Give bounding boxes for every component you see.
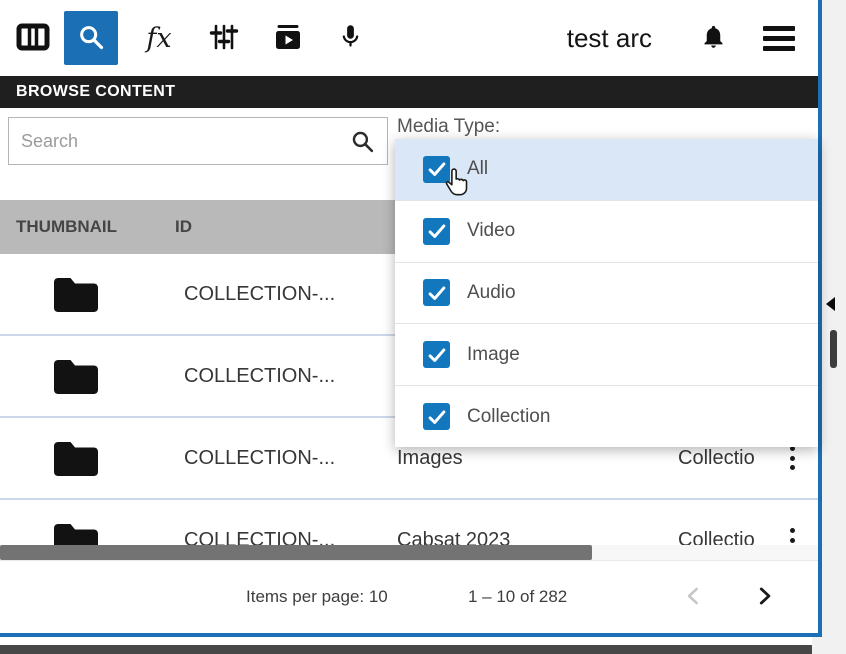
menu-icon [763, 26, 795, 51]
column-header-id[interactable]: ID [175, 200, 192, 254]
toolbar-right-group: test arc [567, 0, 796, 76]
notifications-button[interactable] [698, 0, 728, 76]
filmstrip-nav-button[interactable] [10, 0, 56, 76]
browse-content-header: BROWSE CONTENT [0, 76, 818, 108]
sliders-icon [209, 22, 239, 55]
screen: fx [0, 0, 846, 654]
items-per-page-label: Items per page: 10 [246, 587, 388, 607]
video-library-nav-button[interactable] [264, 0, 312, 76]
page-range-label: 1 – 10 of 282 [468, 587, 567, 607]
hamburger-menu-button[interactable] [762, 0, 796, 76]
checkbox-checked-icon[interactable] [423, 279, 450, 306]
fx-icon: fx [146, 23, 171, 54]
option-label: Audio [467, 282, 516, 304]
row-menu-kebab-icon[interactable] [782, 528, 802, 545]
pagination-bar: Items per page: 10 1 – 10 of 282 [0, 560, 818, 633]
option-label: Collection [467, 406, 550, 428]
row-title: Cabsat 2023 [397, 500, 510, 545]
option-label: All [467, 158, 488, 180]
next-page-button[interactable] [744, 577, 784, 617]
effects-nav-button[interactable]: fx [134, 0, 184, 76]
row-id: COLLECTION-... [184, 254, 335, 334]
media-type-option-all[interactable]: All [395, 139, 818, 201]
table-row[interactable]: COLLECTION-... Cabsat 2023 Collectio [0, 500, 818, 545]
row-id: COLLECTION-... [184, 336, 335, 416]
app-window: fx [0, 0, 822, 637]
previous-page-button[interactable] [674, 577, 714, 617]
bell-icon [700, 23, 727, 53]
row-type: Collectio [678, 500, 782, 545]
row-id: COLLECTION-... [184, 418, 335, 498]
filters-nav-button[interactable] [200, 0, 248, 76]
video-library-icon [273, 22, 303, 55]
option-label: Image [467, 344, 520, 366]
column-header-thumbnail[interactable]: THUMBNAIL [16, 200, 117, 254]
media-type-option-image[interactable]: Image [395, 324, 818, 386]
browse-content-title: BROWSE CONTENT [16, 83, 175, 100]
search-field-icon [350, 129, 375, 159]
microphone-icon [337, 23, 364, 53]
bottom-dark-strip [0, 645, 812, 654]
row-id: COLLECTION-... [184, 500, 335, 545]
folder-icon [52, 521, 100, 545]
vertical-scrollbar-thumb[interactable] [830, 330, 837, 368]
media-type-option-collection[interactable]: Collection [395, 386, 818, 447]
chevron-right-icon [751, 583, 777, 612]
filmstrip-icon [16, 20, 50, 57]
media-type-label: Media Type: [397, 116, 500, 138]
checkbox-checked-icon[interactable] [423, 341, 450, 368]
checkbox-checked-icon[interactable] [423, 403, 450, 430]
chevron-left-icon [681, 583, 707, 612]
search-nav-button-active[interactable] [64, 11, 118, 65]
option-label: Video [467, 220, 515, 242]
collapse-panel-arrow-icon[interactable] [826, 297, 835, 311]
top-toolbar: fx [0, 0, 818, 76]
checkbox-checked-icon[interactable] [423, 218, 450, 245]
search-input[interactable] [9, 118, 387, 164]
hand-cursor-icon [443, 167, 470, 204]
media-type-dropdown: All Video Audio Image Collection [395, 139, 818, 447]
search-input-wrapper [8, 117, 388, 165]
toolbar-left-group: fx [10, 0, 370, 76]
horizontal-scrollbar[interactable] [0, 545, 818, 560]
media-type-option-audio[interactable]: Audio [395, 263, 818, 325]
media-type-option-video[interactable]: Video [395, 201, 818, 263]
microphone-nav-button[interactable] [330, 0, 370, 76]
folder-icon [52, 439, 100, 484]
horizontal-scrollbar-thumb[interactable] [0, 545, 592, 560]
app-title: test arc [567, 23, 652, 54]
row-menu-kebab-icon[interactable] [782, 446, 802, 470]
folder-icon [52, 357, 100, 402]
folder-icon [52, 275, 100, 320]
search-icon [77, 23, 105, 54]
